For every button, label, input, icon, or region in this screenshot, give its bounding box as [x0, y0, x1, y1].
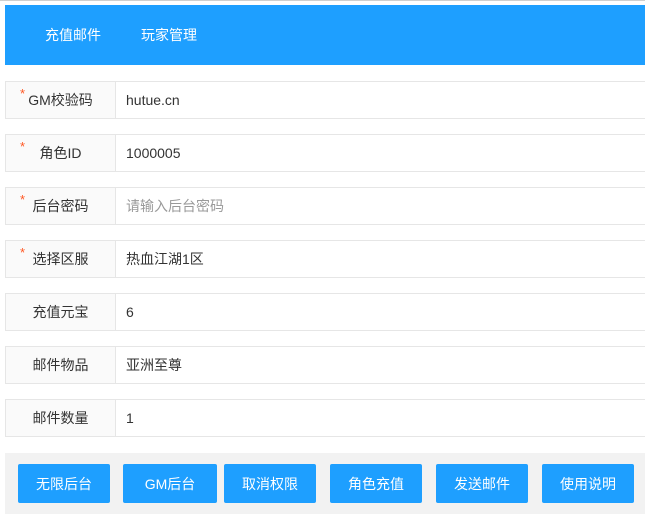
- form-row-gm-code: * GM校验码: [5, 81, 645, 119]
- button-bar: 无限后台 GM后台 取消权限 角色充值 发送邮件 使用说明: [5, 453, 645, 514]
- form-row-server-select: * 选择区服: [5, 240, 645, 278]
- required-mark: *: [20, 139, 26, 154]
- required-mark: *: [20, 245, 26, 260]
- form-row-role-id: * 角色ID: [5, 134, 645, 172]
- revoke-permission-button[interactable]: 取消权限: [224, 464, 316, 503]
- label-server-select: * 选择区服: [6, 241, 116, 277]
- role-recharge-button[interactable]: 角色充值: [330, 464, 422, 503]
- form-row-mail-quantity: 邮件数量: [5, 399, 645, 437]
- label-text: 选择区服: [32, 251, 89, 267]
- usage-instructions-button[interactable]: 使用说明: [542, 464, 634, 503]
- label-text: 角色ID: [39, 145, 82, 161]
- server-select-input[interactable]: [116, 241, 645, 277]
- admin-password-input[interactable]: [116, 188, 645, 224]
- role-id-input[interactable]: [116, 135, 645, 171]
- page: 充值邮件 玩家管理 * GM校验码 * 角色ID * 后台密码 * 选择区服 充…: [0, 0, 645, 514]
- label-gm-code: * GM校验码: [6, 82, 116, 118]
- unlimited-backend-button[interactable]: 无限后台: [18, 464, 110, 503]
- form-row-recharge-ingot: 充值元宝: [5, 293, 645, 331]
- form-row-admin-password: * 后台密码: [5, 187, 645, 225]
- top-divider: [0, 0, 645, 1]
- label-text: GM校验码: [28, 92, 93, 108]
- tab-player-management[interactable]: 玩家管理: [141, 5, 197, 65]
- top-nav: 充值邮件 玩家管理: [5, 5, 645, 65]
- label-text: 后台密码: [32, 198, 89, 214]
- label-mail-quantity: 邮件数量: [6, 400, 116, 436]
- required-mark: *: [20, 86, 26, 101]
- tab-recharge-mail[interactable]: 充值邮件: [45, 5, 101, 65]
- form-row-mail-item: 邮件物品: [5, 346, 645, 384]
- mail-item-input[interactable]: [116, 347, 645, 383]
- label-mail-item: 邮件物品: [6, 347, 116, 383]
- label-role-id: * 角色ID: [6, 135, 116, 171]
- required-mark: *: [20, 192, 26, 207]
- recharge-ingot-input[interactable]: [116, 294, 645, 330]
- send-mail-button[interactable]: 发送邮件: [436, 464, 528, 503]
- gm-backend-button[interactable]: GM后台: [123, 464, 217, 503]
- label-admin-password: * 后台密码: [6, 188, 116, 224]
- gm-code-input[interactable]: [116, 82, 645, 118]
- mail-quantity-input[interactable]: [116, 400, 645, 436]
- label-recharge-ingot: 充值元宝: [6, 294, 116, 330]
